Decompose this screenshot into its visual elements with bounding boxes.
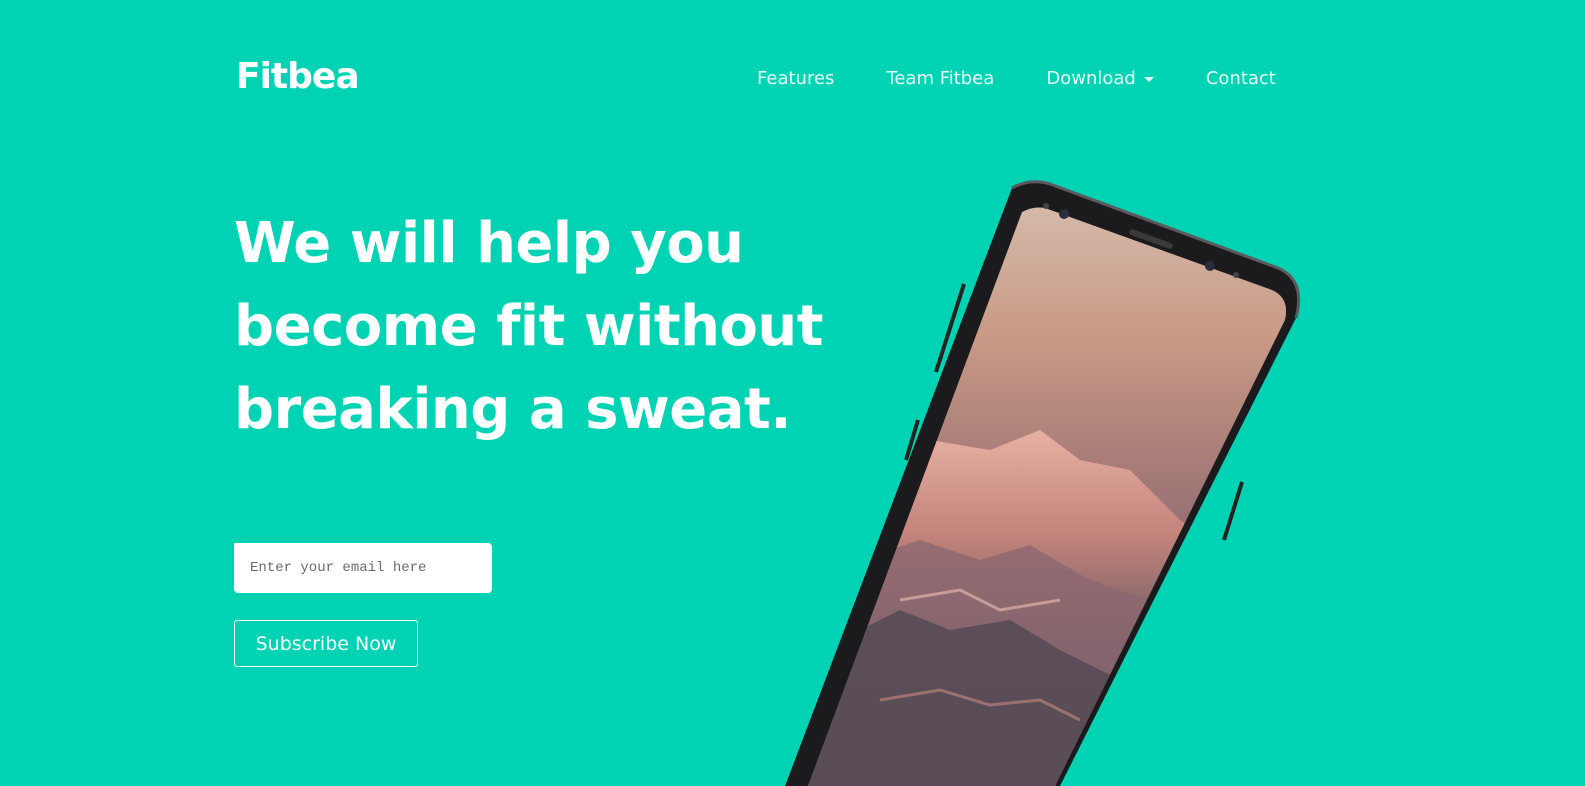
chevron-down-icon bbox=[1143, 77, 1154, 82]
hero-headline: We will help you become fit without brea… bbox=[234, 211, 824, 442]
subscribe-button[interactable]: Subscribe Now bbox=[234, 620, 418, 667]
nav-links: Features Team Fitbea Download Contact bbox=[757, 68, 1276, 89]
email-input[interactable] bbox=[234, 543, 492, 593]
nav-link-download-label: Download bbox=[1046, 68, 1136, 89]
nav-link-download[interactable]: Download bbox=[1046, 68, 1154, 89]
brand-logo[interactable]: Fitbea bbox=[236, 56, 360, 97]
nav-link-features[interactable]: Features bbox=[757, 68, 834, 89]
nav-link-team-fitbea[interactable]: Team Fitbea bbox=[886, 68, 994, 89]
nav-link-contact[interactable]: Contact bbox=[1206, 68, 1276, 89]
navbar: Fitbea Features Team Fitbea Download Con… bbox=[0, 0, 1585, 160]
